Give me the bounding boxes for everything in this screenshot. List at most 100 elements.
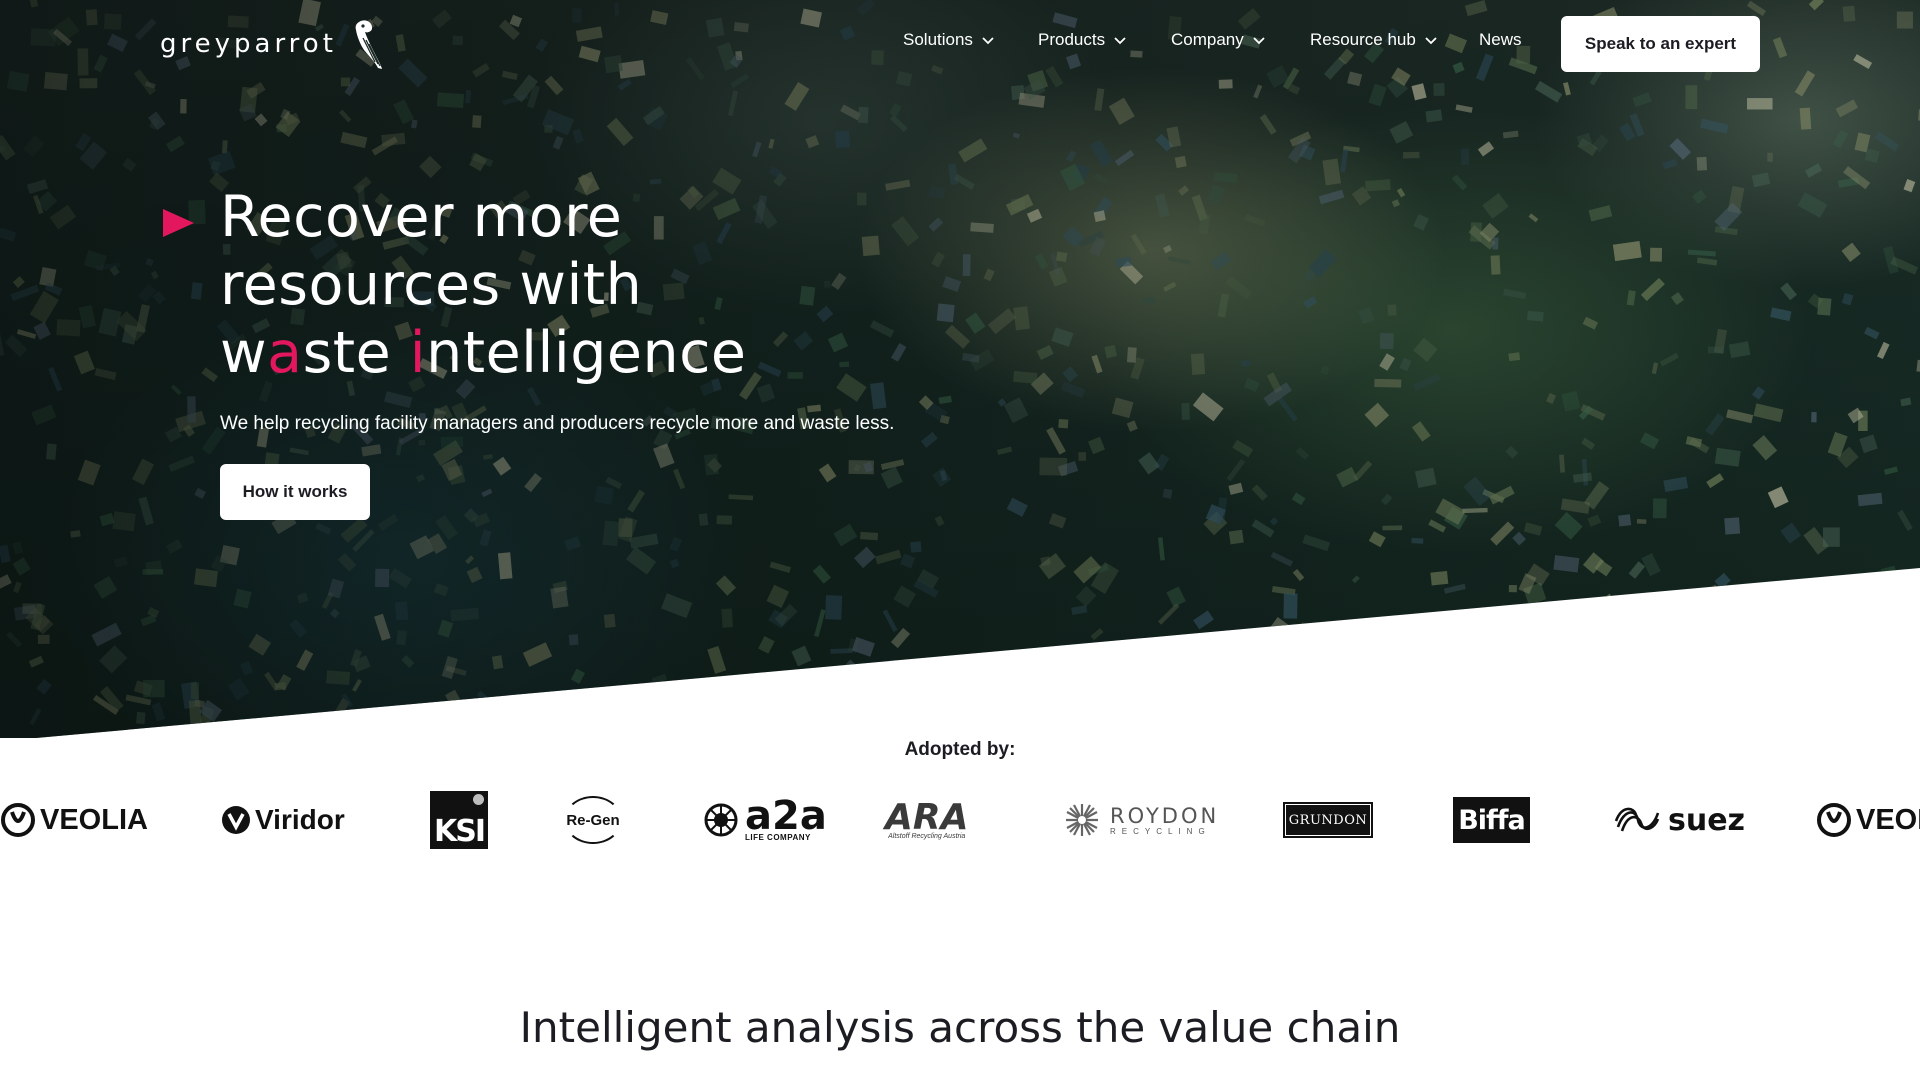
debris-fleck xyxy=(237,726,251,737)
debris-fleck xyxy=(959,708,968,718)
debris-fleck xyxy=(1761,611,1781,636)
grundon-logo: GRUNDON xyxy=(1283,790,1373,850)
suez-wordmark: suez xyxy=(1668,802,1746,838)
chevron-down-icon xyxy=(1253,37,1265,45)
debris-fleck xyxy=(1502,649,1512,657)
adopted-by-label: Adopted by: xyxy=(904,739,1016,760)
headline-accent-letter: a xyxy=(267,320,303,386)
debris-fleck xyxy=(1234,720,1253,738)
debris-fleck xyxy=(1527,609,1541,623)
debris-fleck xyxy=(1653,641,1670,654)
debris-fleck xyxy=(1390,619,1400,640)
veolia-logo-repeat: VEOLIA xyxy=(1816,790,1920,850)
debris-fleck xyxy=(1662,622,1684,644)
debris-fleck xyxy=(1366,656,1385,673)
headline-part: ste xyxy=(302,320,410,386)
roydon-logo: ROYDON RECYCLING xyxy=(1064,790,1219,850)
veolia-wordmark: VEOLIA xyxy=(1856,803,1920,836)
hero-headline: Recover more resources with waste intell… xyxy=(220,183,920,387)
debris-fleck xyxy=(1681,624,1707,638)
debris-fleck xyxy=(1258,658,1279,674)
debris-fleck xyxy=(1724,648,1753,668)
ksi-dot xyxy=(473,794,484,805)
debris-fleck xyxy=(1890,570,1901,580)
debris-fleck xyxy=(590,701,603,715)
headline-line-2: resources with xyxy=(220,252,643,318)
headline-part: ntelligence xyxy=(426,320,747,386)
debris-fleck xyxy=(812,675,825,687)
nav-resource-hub[interactable]: Resource hub xyxy=(1310,30,1438,50)
a2a-logo: a2a LIFE COMPANY xyxy=(703,790,827,850)
debris-fleck xyxy=(1589,714,1617,738)
debris-fleck xyxy=(1593,621,1611,639)
debris-fleck xyxy=(1247,701,1265,730)
ara-wordmark: ARA xyxy=(885,796,969,838)
viridor-logo: Viridor xyxy=(221,790,345,850)
debris-fleck xyxy=(1681,716,1697,733)
debris-fleck xyxy=(1707,661,1721,674)
speak-to-expert-button[interactable]: Speak to an expert xyxy=(1561,16,1760,72)
nav-news[interactable]: News xyxy=(1479,30,1522,50)
headline-part: w xyxy=(220,320,268,386)
headline-accent-letter: i xyxy=(409,320,427,386)
debris-fleck xyxy=(888,699,905,715)
chevron-down-icon xyxy=(982,37,994,45)
ara-subtitle: Altstoff Recycling Austria xyxy=(888,832,966,840)
regen-logo: Re-Gen xyxy=(564,790,622,850)
debris-fleck xyxy=(830,681,855,705)
a2a-wordmark: a2a xyxy=(745,792,827,839)
debris-fleck xyxy=(1835,639,1853,659)
nav-solutions[interactable]: Solutions xyxy=(903,30,995,50)
nav-company[interactable]: Company xyxy=(1171,30,1266,50)
a2a-subtitle: LIFE COMPANY xyxy=(745,832,811,842)
debris-fleck xyxy=(1859,672,1883,697)
debris-fleck xyxy=(1247,723,1264,738)
debris-fleck xyxy=(1119,688,1142,699)
how-it-works-button[interactable]: How it works xyxy=(220,464,370,520)
debris-fleck xyxy=(1659,665,1683,686)
veolia-wordmark: VEOLIA xyxy=(40,803,148,836)
debris-fleck xyxy=(1712,673,1725,686)
debris-fleck xyxy=(1679,670,1706,697)
nav-products[interactable]: Products xyxy=(1038,30,1127,50)
nav-news-label: News xyxy=(1479,30,1522,49)
debris-fleck xyxy=(1376,726,1396,738)
debris-fleck xyxy=(950,692,973,712)
biffa-wordmark: Biffa xyxy=(1458,804,1526,836)
debris-fleck xyxy=(573,702,593,709)
debris-fleck xyxy=(1215,676,1234,695)
viridor-wordmark: Viridor xyxy=(255,804,345,835)
debris-fleck xyxy=(1124,678,1148,701)
veolia-logo: VEOLIA xyxy=(0,790,148,850)
debris-fleck xyxy=(1615,608,1625,617)
ksi-wordmark: KSI xyxy=(433,814,486,849)
nav-resource-hub-label: Resource hub xyxy=(1310,30,1416,49)
headline-line-3: waste intelligence xyxy=(220,319,920,387)
debris-fleck xyxy=(983,689,999,703)
play-triangle-icon xyxy=(163,209,194,237)
viridor-mark-icon xyxy=(222,806,250,834)
debris-fleck xyxy=(1567,694,1586,713)
roydon-subtitle: RECYCLING xyxy=(1110,826,1211,836)
debris-fleck xyxy=(1611,669,1638,700)
veolia-mark-icon xyxy=(1817,803,1851,837)
debris-fleck xyxy=(1397,715,1414,732)
debris-fleck xyxy=(1339,694,1365,708)
debris-fleck xyxy=(700,680,726,696)
debris-fleck xyxy=(1308,634,1327,652)
ksi-logo: KSI xyxy=(430,790,488,850)
debris-fleck xyxy=(1802,636,1827,659)
debris-fleck xyxy=(1690,608,1709,635)
debris-fleck xyxy=(1655,630,1668,644)
debris-fleck xyxy=(334,724,363,735)
debris-fleck xyxy=(1202,678,1229,711)
hero-subcopy: We help recycling facility managers and … xyxy=(220,413,895,434)
debris-fleck xyxy=(1297,622,1320,645)
debris-fleck xyxy=(1426,669,1448,690)
debris-fleck xyxy=(1703,584,1722,605)
nav-company-label: Company xyxy=(1171,30,1244,49)
debris-fleck xyxy=(798,688,821,709)
debris-fleck xyxy=(1565,653,1575,665)
debris-fleck xyxy=(1514,672,1535,698)
nav-products-label: Products xyxy=(1038,30,1106,49)
